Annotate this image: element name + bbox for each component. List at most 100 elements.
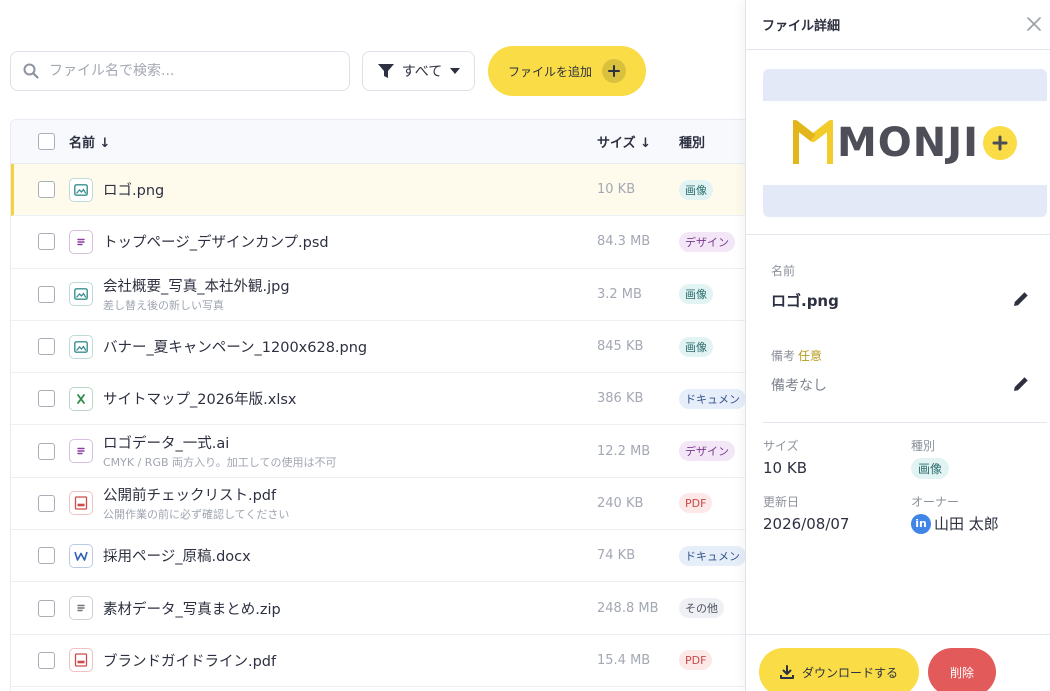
type-badge: デザイン: [679, 231, 735, 252]
document-icon: [69, 439, 93, 464]
image-icon: [69, 334, 93, 359]
owner: in 山田 太郎: [911, 513, 999, 534]
file-size: 12.2 MB: [597, 443, 651, 459]
row-checkbox[interactable]: [38, 442, 55, 460]
note-label: 備考 任意: [771, 349, 823, 363]
file-note: CMYK / RGB 両方入り。加工しての使用は不可: [103, 456, 337, 470]
file-name-cell: 公開前チェックリスト.pdf 公開作業の前に必ず確認してください: [103, 484, 289, 522]
row-checkbox[interactable]: [38, 285, 55, 303]
file-note: 公開作業の前に必ず確認してください: [103, 508, 290, 522]
close-icon[interactable]: [1026, 16, 1042, 32]
type-badge: 画像: [911, 458, 950, 479]
panel-title: ファイル詳細: [762, 19, 841, 34]
table-row[interactable]: バナー_夏キャンペーン_1200x628.png 845 KB 画像: [11, 321, 754, 374]
image-icon: [69, 177, 93, 202]
download-icon: [779, 665, 794, 679]
row-checkbox[interactable]: [38, 651, 55, 669]
type-label: 種別: [911, 439, 936, 453]
add-file-button[interactable]: ファイルを追加: [488, 46, 646, 96]
pencil-icon[interactable]: [1012, 290, 1030, 308]
row-checkbox[interactable]: [38, 390, 55, 408]
table-row[interactable]: サイトマップ_2026年版.xlsx 386 KB ドキュメン: [11, 373, 754, 426]
file-size: 248.8 MB: [597, 600, 659, 616]
pdf-icon: [69, 491, 93, 516]
type-badge: PDF: [679, 493, 713, 514]
file-name[interactable]: 採用ページ_原稿.docx: [103, 545, 251, 566]
file-name[interactable]: サイトマップ_2026年版.xlsx: [103, 388, 297, 409]
file-name[interactable]: ロゴ.png: [103, 179, 164, 200]
file-size: 15.4 MB: [597, 652, 651, 668]
search-box[interactable]: [10, 51, 350, 91]
file-preview: MONJI: [763, 69, 1047, 217]
file-name-cell: サイトマップ_2026年版.xlsx: [103, 388, 297, 409]
file-size: 3.2 MB: [597, 286, 642, 302]
file-name[interactable]: 公開前チェックリスト.pdf: [103, 484, 289, 505]
download-button[interactable]: ダウンロードする: [759, 648, 919, 691]
search-icon: [23, 63, 39, 79]
logo-text: MONJI: [836, 120, 980, 166]
filter-dropdown[interactable]: すべて: [362, 51, 475, 91]
table-row[interactable]: 公開前チェックリスト.pdf 公開作業の前に必ず確認してください 240 KB PDF: [11, 478, 754, 531]
row-checkbox[interactable]: [38, 547, 55, 565]
panel-header: ファイル詳細: [746, 0, 1050, 50]
type-badge: デザイン: [679, 441, 735, 462]
table-row[interactable]: 会社概要_写真_本社外観.jpg 差し替え後の新しい写真 3.2 MB 画像: [11, 269, 754, 321]
monji-logo-mark: [792, 120, 833, 164]
table-row[interactable]: ロゴデータ_一式.ai CMYK / RGB 両方入り。加工しての使用は不可 12.…: [11, 425, 754, 478]
type-badge: ドキュメン: [679, 388, 746, 409]
file-name[interactable]: トップページ_デザインカンプ.psd: [103, 231, 329, 252]
table-row[interactable]: トップページ_デザインカンプ.psd 84.3 MB デザイン: [11, 216, 754, 269]
word-icon: [69, 543, 93, 568]
column-header-name[interactable]: 名前 ↓: [69, 132, 110, 151]
file-name[interactable]: バナー_夏キャンペーン_1200x628.png: [103, 336, 367, 357]
divider: [746, 634, 1050, 635]
table-row[interactable]: 採用ページ_原稿.docx 74 KB ドキュメン: [11, 530, 754, 583]
row-checkbox[interactable]: [38, 599, 55, 617]
plus-icon: [602, 59, 626, 83]
filter-label: すべて: [401, 64, 443, 80]
preview-image: MONJI: [763, 101, 1047, 185]
select-all-checkbox[interactable]: [38, 133, 55, 150]
type-badge: ドキュメン: [679, 545, 746, 566]
delete-button[interactable]: 削除: [928, 648, 996, 691]
name-label: 名前: [771, 264, 796, 278]
owner-label: オーナー: [911, 495, 960, 509]
file-size: 845 KB: [597, 339, 644, 355]
type-badge: 画像: [679, 284, 713, 305]
table-row[interactable]: ブランドガイドライン.pdf 15.4 MB PDF: [11, 635, 754, 687]
file-name-cell: ブランドガイドライン.pdf: [103, 650, 276, 671]
column-header-size[interactable]: サイズ ↓: [597, 132, 651, 151]
updated-value: 2026/08/07: [763, 515, 850, 533]
delete-label: 削除: [949, 665, 974, 680]
row-checkbox[interactable]: [38, 494, 55, 512]
type-badge: PDF: [679, 650, 713, 671]
size-label: サイズ: [763, 439, 799, 453]
column-header-type[interactable]: 種別: [679, 132, 705, 151]
file-name-cell: ロゴデータ_一式.ai CMYK / RGB 両方入り。加工しての使用は不可: [103, 432, 336, 470]
note-value: 備考なし: [771, 378, 827, 394]
file-name-cell: トップページ_デザインカンプ.psd: [103, 231, 329, 252]
file-name[interactable]: 会社概要_写真_本社外観.jpg: [103, 275, 290, 296]
table-body: ロゴ.png 10 KB 画像 トップページ_デザインカンプ.psd 84.3 MB デザ…: [11, 164, 754, 687]
type-badge: その他: [679, 598, 724, 619]
file-size: 74 KB: [597, 548, 636, 564]
search-input[interactable]: [49, 63, 329, 79]
caret-down-icon: [450, 68, 461, 74]
image-icon: [69, 282, 93, 307]
pencil-icon[interactable]: [1012, 375, 1030, 393]
file-name-cell: バナー_夏キャンペーン_1200x628.png: [103, 336, 367, 357]
row-checkbox[interactable]: [38, 181, 55, 199]
file-name[interactable]: ブランドガイドライン.pdf: [103, 650, 276, 671]
file-name[interactable]: ロゴデータ_一式.ai: [103, 432, 336, 453]
file-name[interactable]: 素材データ_写真まとめ.zip: [103, 598, 281, 619]
file-size: 10 KB: [597, 182, 636, 198]
avatar: in: [911, 513, 931, 534]
table-row[interactable]: ロゴ.png 10 KB 画像: [11, 164, 754, 217]
row-checkbox[interactable]: [38, 338, 55, 356]
file-detail-panel: ファイル詳細 MONJI 名前 ロゴ.png 備考 任意 備考なし サイズ 10 …: [745, 0, 1050, 691]
row-checkbox[interactable]: [38, 233, 55, 251]
file-size: 84.3 MB: [597, 234, 651, 250]
table-row[interactable]: 素材データ_写真まとめ.zip 248.8 MB その他: [11, 582, 754, 635]
divider: [763, 422, 1047, 423]
file-name-value: ロゴ.png: [771, 292, 839, 310]
